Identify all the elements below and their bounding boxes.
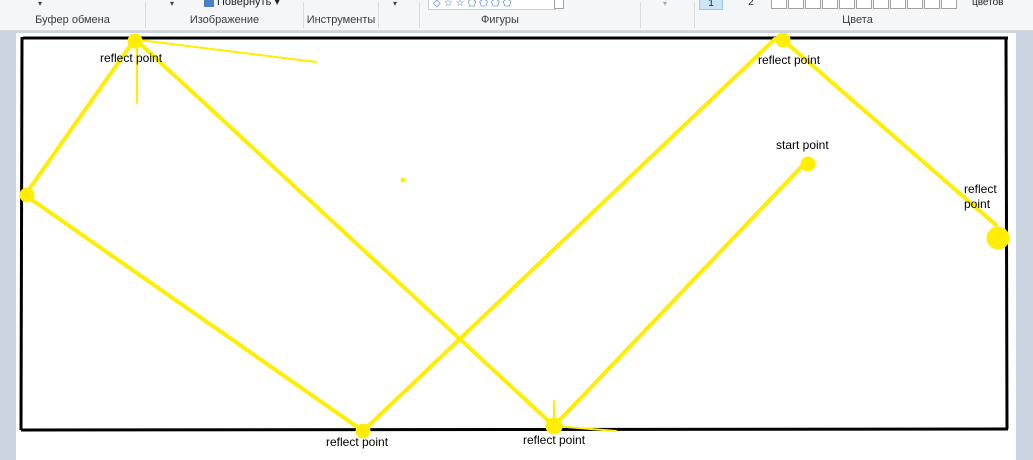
image-select-dropdown-icon[interactable]: ▾ bbox=[170, 0, 174, 8]
color-swatch[interactable] bbox=[941, 0, 957, 9]
size-option-1[interactable]: 1 bbox=[699, 0, 723, 10]
label-start-point: start point bbox=[776, 138, 829, 152]
trajectory-bottom-to-top-right bbox=[361, 37, 777, 433]
colors-group: 1 2 цветов Цвета bbox=[695, 0, 1033, 30]
shapes-gallery[interactable]: ◇☆☆⬠⬠⬠⬠ bbox=[428, 0, 556, 10]
trajectory-left-to-bottom bbox=[23, 193, 365, 433]
rotate-icon bbox=[204, 0, 214, 7]
label-reflect-top-left: reflect point bbox=[100, 51, 163, 65]
tools-group: Инструменты bbox=[304, 0, 378, 30]
colors-group-label: Цвета bbox=[842, 14, 873, 26]
color-swatch[interactable] bbox=[822, 0, 838, 9]
clipboard-group-label: Буфер обмена bbox=[35, 14, 110, 26]
reflect-point-marker bbox=[986, 226, 1010, 250]
brushes-group: ▾ bbox=[379, 0, 419, 30]
reflect-point-marker bbox=[19, 187, 35, 203]
workspace: reflect point reflect point start point … bbox=[0, 31, 1033, 460]
outline-fill-group: ▾ bbox=[641, 0, 694, 30]
scribble-stroke bbox=[138, 39, 317, 63]
edit-colors-button[interactable]: цветов bbox=[972, 0, 1004, 8]
color-swatch[interactable] bbox=[856, 0, 872, 9]
color-swatch[interactable] bbox=[805, 0, 821, 9]
label-reflect-right-line1: reflect bbox=[964, 182, 997, 196]
frame-bottom-border bbox=[20, 427, 1009, 432]
color-swatch[interactable] bbox=[907, 0, 923, 9]
fill-dropdown-icon[interactable]: ▾ bbox=[663, 0, 667, 8]
rotate-button-label: Повернуть bbox=[217, 0, 272, 8]
label-reflect-bottom-left: reflect point bbox=[326, 435, 389, 449]
label-reflect-bottom-right: reflect point bbox=[523, 433, 586, 447]
color-swatch[interactable] bbox=[873, 0, 889, 9]
ribbon-toolbar: ▾ Буфер обмена ▾ Повернуть ▾ Изображение… bbox=[0, 0, 1033, 31]
clipboard-group: ▾ Буфер обмена bbox=[0, 0, 145, 30]
reflect-point-marker bbox=[127, 33, 143, 49]
color-swatch[interactable] bbox=[839, 0, 855, 9]
label-reflect-top-right: reflect point bbox=[758, 53, 821, 67]
trajectory-bottom-to-top-left bbox=[133, 37, 556, 428]
color-swatch[interactable] bbox=[890, 0, 906, 9]
image-group-label: Изображение bbox=[189, 14, 260, 26]
tools-group-label: Инструменты bbox=[306, 14, 376, 26]
image-group: ▾ Повернуть ▾ Изображение bbox=[146, 0, 303, 30]
reflect-point-marker bbox=[775, 33, 791, 48]
size-option-2[interactable]: 2 bbox=[740, 0, 762, 8]
rotate-button[interactable]: Повернуть ▾ bbox=[204, 0, 280, 8]
clipboard-dropdown-icon[interactable]: ▾ bbox=[38, 0, 42, 8]
color-swatch[interactable] bbox=[924, 0, 940, 9]
color-swatch[interactable] bbox=[771, 0, 787, 9]
color-swatch[interactable] bbox=[788, 0, 804, 9]
trajectory-start-to-bottom bbox=[552, 161, 807, 428]
shapes-group-label: Фигуры bbox=[481, 14, 519, 26]
shapes-scroll-button[interactable] bbox=[554, 0, 564, 9]
drawing-svg: reflect point reflect point start point … bbox=[19, 33, 1010, 449]
label-reflect-right-line2: point bbox=[964, 197, 991, 211]
brushes-dropdown-icon[interactable]: ▾ bbox=[393, 0, 397, 8]
drawing-canvas[interactable]: reflect point reflect point start point … bbox=[16, 33, 1016, 460]
start-point-marker bbox=[800, 156, 816, 172]
chevron-down-icon: ▾ bbox=[271, 0, 280, 8]
shapes-group: ◇☆☆⬠⬠⬠⬠ Фигуры bbox=[420, 0, 640, 30]
stray-dot bbox=[400, 177, 406, 183]
frame-left-border bbox=[19, 36, 24, 431]
reflect-point-marker bbox=[545, 417, 563, 435]
